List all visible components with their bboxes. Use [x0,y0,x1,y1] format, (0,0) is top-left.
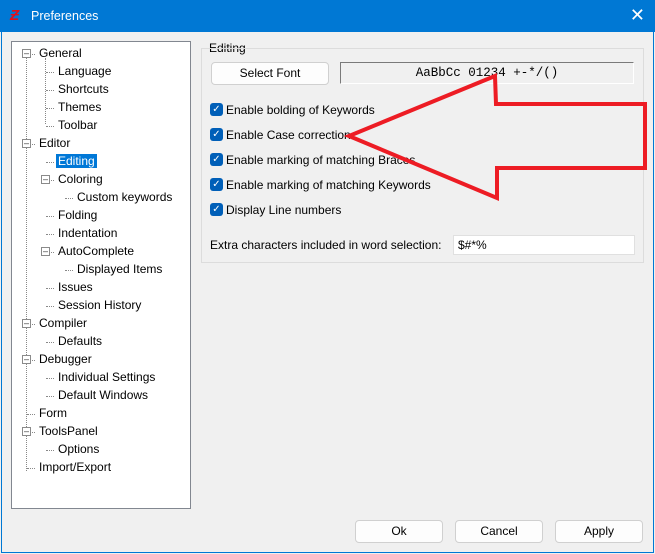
tree-connector [65,270,73,271]
tree-item-label: Debugger [39,352,92,366]
tree-item-label: Options [58,442,100,456]
checkbox-label: Enable Case correction [226,128,351,142]
tree-item-default-windows[interactable]: Default Windows [56,387,150,404]
tree-connector [46,378,54,379]
tree-item-toolbar[interactable]: Toolbar [56,117,99,134]
tree-connector [46,162,54,163]
tree-item-session-history[interactable]: Session History [56,297,143,314]
tree-item-custom-keywords[interactable]: Custom keywords [75,189,174,206]
tree-connector [46,108,54,109]
tree-item-form[interactable]: Form [37,405,69,422]
tree-item-debugger[interactable]: Debugger [37,351,94,368]
tree-item-shortcuts[interactable]: Shortcuts [56,81,111,98]
app-logo-icon: Ƶ [10,7,20,24]
checkbox-checked-icon[interactable]: ✓ [210,128,223,141]
tree-item-label: Toolbar [58,118,98,132]
tree-item-individual-settings[interactable]: Individual Settings [56,369,157,386]
cancel-button[interactable]: Cancel [455,520,543,543]
tree-connector [46,72,54,73]
collapse-icon[interactable]: – [22,319,31,328]
tree-item-label: Displayed Items [77,262,163,276]
tree-item-label: Import/Export [39,460,112,474]
tree-connector [46,216,54,217]
tree-item-label: Language [58,64,112,78]
tree-item-label: Default Windows [58,388,149,402]
ok-button[interactable]: Ok [355,520,443,543]
tree-connector [27,414,35,415]
checkbox-checked-icon[interactable]: ✓ [210,178,223,191]
extra-chars-input[interactable] [453,235,635,255]
tree-item-label: Defaults [58,334,103,348]
close-icon[interactable]: ✕ [630,5,645,26]
font-preview: AaBbCc 01234 +-*/() [340,62,634,84]
tree-item-label: Form [39,406,67,420]
collapse-icon[interactable]: – [22,427,31,436]
tree-connector [46,288,54,289]
tree-item-editing[interactable]: Editing [56,153,97,170]
tree-item-defaults[interactable]: Defaults [56,333,104,350]
tree-item-label: Session History [58,298,142,312]
tree-connector [27,468,35,469]
checkbox-label: Display Line numbers [226,203,342,217]
tree-connector [46,450,54,451]
apply-button[interactable]: Apply [555,520,643,543]
checkbox-label: Enable marking of matching Keywords [226,178,431,192]
tree-item-label: ToolsPanel [39,424,98,438]
tree-item-import-export[interactable]: Import/Export [37,459,113,476]
tree-item-coloring[interactable]: Coloring [56,171,105,188]
tree-connector [46,342,54,343]
checkbox-checked-icon[interactable]: ✓ [210,103,223,116]
tree-item-label: Individual Settings [58,370,156,384]
settings-tree[interactable]: General – Language Shortcuts Themes Toolbar Ed… [11,41,191,509]
checkbox-checked-icon[interactable]: ✓ [210,203,223,216]
extra-chars-label: Extra characters included in word select… [210,238,442,252]
tree-connector [46,90,54,91]
tree-item-label: Editing [56,154,97,168]
tree-item-themes[interactable]: Themes [56,99,103,116]
tree-item-autocomplete[interactable]: AutoComplete [56,243,136,260]
checkbox-label: Enable marking of matching Braces [226,153,416,167]
tree-line [45,58,46,124]
checkbox-checked-icon[interactable]: ✓ [210,153,223,166]
tree-connector [46,306,54,307]
tree-item-label: Themes [58,100,102,114]
collapse-icon[interactable]: – [22,139,31,148]
tree-item-label: Indentation [58,226,118,240]
tree-item-label: Shortcuts [58,82,109,96]
tree-item-label: Issues [58,280,93,294]
tree-item-folding[interactable]: Folding [56,207,99,224]
tree-connector [46,126,54,127]
window-title: Preferences [31,9,99,23]
collapse-icon[interactable]: – [41,175,50,184]
tree-item-label: Compiler [39,316,88,330]
tree-item-indentation[interactable]: Indentation [56,225,119,242]
tree-line [26,58,27,471]
tree-item-label: Coloring [58,172,103,186]
checkbox-label: Enable bolding of Keywords [226,103,375,117]
tree-item-label: AutoComplete [58,244,135,258]
select-font-button[interactable]: Select Font [211,62,329,85]
tree-item-issues[interactable]: Issues [56,279,95,296]
tree-item-editor[interactable]: Editor [37,135,72,152]
tree-connector [46,396,54,397]
tree-item-label: Custom keywords [77,190,173,204]
tree-item-compiler[interactable]: Compiler [37,315,89,332]
tree-connector [46,234,54,235]
tree-item-label: Folding [58,208,98,222]
title-bar: Ƶ Preferences ✕ [0,0,655,32]
collapse-icon[interactable]: – [22,355,31,364]
tree-connector [65,198,73,199]
collapse-icon[interactable]: – [41,247,50,256]
tree-item-language[interactable]: Language [56,63,113,80]
tree-item-options[interactable]: Options [56,441,101,458]
tree-item-label: Editor [39,136,71,150]
collapse-icon[interactable]: – [22,49,31,58]
tree-item-general[interactable]: General [37,45,84,62]
tree-item-toolspanel[interactable]: ToolsPanel [37,423,100,440]
tree-item-displayed-items[interactable]: Displayed Items [75,261,164,278]
tree-item-label: General [39,46,82,60]
